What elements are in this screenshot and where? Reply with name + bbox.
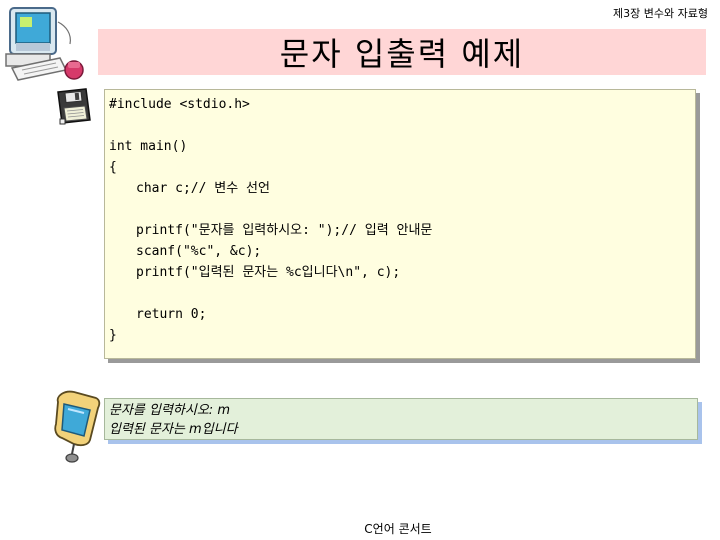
- code-block: #include <stdio.h> int main() { char c;/…: [104, 89, 696, 359]
- output-block: 문자를 입력하시오: m 입력된 문자는 m입니다: [104, 398, 698, 440]
- floppy-disk-icon: [57, 88, 91, 125]
- code-line: #include <stdio.h>: [109, 97, 250, 112]
- code-line: {: [109, 160, 117, 175]
- code-line: printf("입력된 문자는 %c입니다\n", c);: [136, 265, 401, 280]
- code-line: int main(): [109, 139, 188, 154]
- output-line: 입력된 문자는 m입니다: [109, 422, 238, 437]
- code-line: scanf("%c", &c);: [136, 244, 262, 259]
- code-line: return 0;: [136, 307, 207, 322]
- footer: C언어 콘서트: [0, 520, 720, 537]
- monitor-clipart-icon: [54, 390, 101, 463]
- output-line: 문자를 입력하시오: m: [109, 403, 230, 418]
- chapter-label: 제3장 변수와 자료형: [613, 7, 708, 20]
- title-bar: 문자 입출력 예제: [98, 29, 706, 75]
- code-line: char c;// 변수 선언: [136, 181, 270, 196]
- code-line: }: [109, 328, 117, 343]
- code-line: printf("문자를 입력하시오: ");// 입력 안내문: [136, 223, 433, 238]
- computer-clipart-icon: [5, 7, 84, 81]
- page-title: 문자 입출력 예제: [279, 35, 525, 73]
- footer-label: C언어 콘서트: [364, 522, 432, 536]
